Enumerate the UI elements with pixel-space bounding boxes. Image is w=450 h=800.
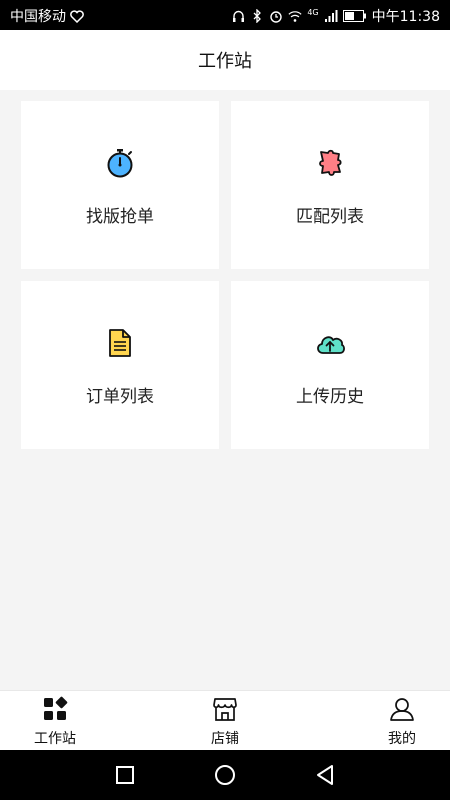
status-right: 4G 中午11:38	[231, 6, 440, 26]
system-nav-bar	[0, 750, 450, 800]
network-type-label: 4G	[307, 7, 319, 17]
cloud-upload-icon	[314, 327, 346, 359]
workstation-icon	[42, 696, 68, 722]
card-label: 匹配列表	[296, 207, 364, 227]
tab-label: 店铺	[211, 731, 239, 747]
card-upload-history[interactable]: 上传历史	[231, 281, 429, 449]
tab-profile[interactable]: 我的	[372, 691, 432, 751]
tab-label: 工作站	[34, 731, 76, 747]
heart-icon	[70, 8, 84, 24]
card-grab-order[interactable]: 找版抢单	[21, 101, 219, 269]
back-button[interactable]	[313, 763, 337, 787]
card-order-list[interactable]: 订单列表	[21, 281, 219, 449]
document-icon	[104, 327, 136, 359]
status-left: 中国移动	[10, 6, 84, 26]
page-title: 工作站	[198, 51, 252, 72]
card-label: 上传历史	[296, 387, 364, 407]
battery-icon	[342, 8, 367, 24]
bottom-tab-bar: 工作站 店铺 我的	[0, 690, 450, 750]
recents-button[interactable]	[113, 763, 137, 787]
card-match-list[interactable]: 匹配列表	[231, 101, 429, 269]
home-button[interactable]	[213, 763, 237, 787]
wifi-icon	[288, 8, 302, 24]
signal-icon	[324, 8, 338, 24]
bluetooth-icon	[250, 8, 264, 24]
app-header: 工作站	[0, 30, 450, 90]
status-bar: 中国移动 4G 中午11:38	[0, 0, 450, 30]
alarm-icon	[269, 8, 283, 24]
stopwatch-icon	[104, 147, 136, 179]
carrier-label: 中国移动	[10, 9, 66, 25]
tab-label: 我的	[388, 731, 416, 747]
card-label: 找版抢单	[86, 207, 154, 227]
tab-store[interactable]: 店铺	[195, 691, 255, 751]
clock-label: 中午11:38	[371, 9, 440, 25]
puzzle-icon	[314, 147, 346, 179]
card-label: 订单列表	[86, 387, 154, 407]
headphones-icon	[231, 8, 245, 24]
tab-workstation[interactable]: 工作站	[25, 691, 85, 751]
store-icon	[212, 696, 238, 722]
user-icon	[389, 696, 415, 722]
